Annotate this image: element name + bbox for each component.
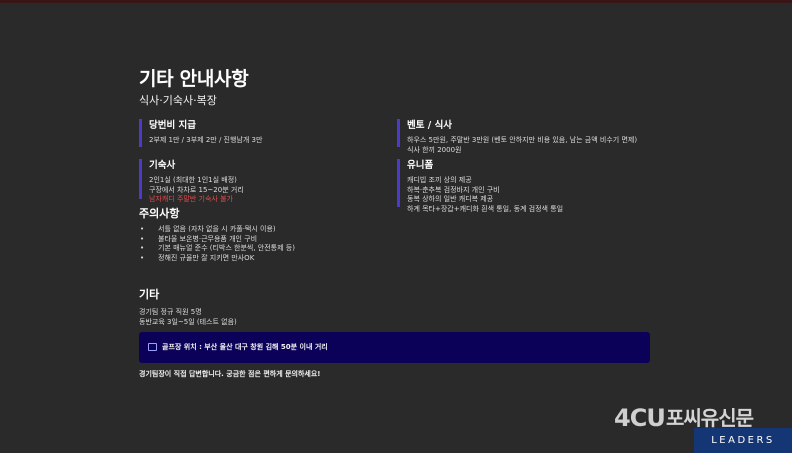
card-uniform-line: 하계 목타+장갑+캐디화 흰색 통일, 동계 검정색 통일	[407, 204, 564, 213]
card-dorm-warning: 남자캐디 주말반 기숙사 불가	[149, 195, 233, 204]
card-uniform-line: 하복·춘추복 검정바지 개인 구비	[407, 185, 500, 194]
etc-title: 기타	[139, 288, 160, 301]
etc-body: 경기팀 정규 직원 5명 동반교육 3일~5일 (테스트 없음)	[139, 307, 237, 327]
brand-watermark: 4CU 포씨유신문 LEADERS	[614, 404, 792, 453]
page-title: 기타 안내사항	[139, 68, 249, 90]
caution-list: 서틀 없음 (자차 없을 시 카풀·택시 이용) 불타울 보온병·근무용품 개인…	[139, 225, 295, 263]
card-uniform-line: 캐디빕 조끼 상의 제공	[407, 176, 472, 184]
card-uniform-title: 유니폼	[407, 160, 434, 171]
list-item: 정해진 규율만 잘 지키면 만사OK	[139, 254, 295, 264]
card-bento-title: 벤토 / 식사	[407, 120, 453, 131]
list-item: 서틀 없음 (자차 없을 시 카풀·택시 이용)	[139, 225, 295, 235]
list-item: 불타울 보온병·근무용품 개인 구비	[139, 235, 295, 245]
card-dorm-line: 구장에서 차차로 15~20분 거리	[149, 185, 244, 194]
brand-band: LEADERS	[694, 428, 792, 453]
card-dorm: 기숙사 2인1실 (최대한 1인1실 배정) 구장에서 차차로 15~20분 거…	[139, 159, 389, 203]
etc-line: 동반교육 3일~5일 (테스트 없음)	[139, 318, 237, 326]
top-accent-line	[0, 0, 792, 3]
square-icon	[148, 343, 157, 351]
card-bento-line: 식사 한끼 2000원	[407, 145, 462, 154]
caution-title: 주의사항	[139, 207, 180, 220]
card-bento: 벤토 / 식사 하우스 5만원, 주말반 3만원 (벤토 안하지만 비용 있음,…	[397, 119, 647, 154]
card-dorm-line: 2인1실 (최대한 1인1실 배정)	[149, 176, 237, 184]
footer-note: 경기팀장이 직접 답변합니다. 궁금한 점은 편하게 문의하세요!	[139, 370, 321, 378]
location-notice: 골프장 위치 : 부산 울산 대구 창원 김해 50분 이내 거리	[139, 332, 650, 363]
brand-logo: 4CU	[614, 404, 666, 432]
card-allowance-title: 당번비 지급	[149, 120, 197, 131]
brand-tagline: LEADERS	[711, 435, 775, 446]
info-page: 기타 안내사항 식사·기숙사·복장 당번비 지급 2부제 1만 / 3부제 2만…	[139, 66, 654, 378]
card-uniform-line: 동복 상하의 일반 캐디복 제공	[407, 195, 494, 204]
info-cards: 당번비 지급 2부제 1만 / 3부제 2만 / 진행남개 3만 벤토 / 식사…	[139, 119, 654, 215]
location-notice-text: 골프장 위치 : 부산 울산 대구 창원 김해 50분 이내 거리	[162, 343, 328, 351]
card-dorm-title: 기숙사	[149, 160, 176, 171]
etc-line: 경기팀 정규 직원 5명	[139, 308, 202, 316]
card-allowance-line: 2부제 1만 / 3부제 2만 / 진행남개 3만	[149, 136, 263, 144]
card-uniform: 유니폼 캐디빕 조끼 상의 제공 하복·춘추복 검정바지 개인 구비 동복 상하…	[397, 159, 647, 213]
list-item: 기본 매뉴얼 준수 (티박스 한분씩, 안전통제 등)	[139, 244, 295, 254]
card-bento-line: 하우스 5만원, 주말반 3만원 (벤토 안하지만 비용 있음, 남는 금액 비…	[407, 136, 638, 144]
page-subtitle: 식사·기숙사·복장	[139, 94, 217, 107]
card-allowance: 당번비 지급 2부제 1만 / 3부제 2만 / 진행남개 3만	[139, 119, 389, 147]
